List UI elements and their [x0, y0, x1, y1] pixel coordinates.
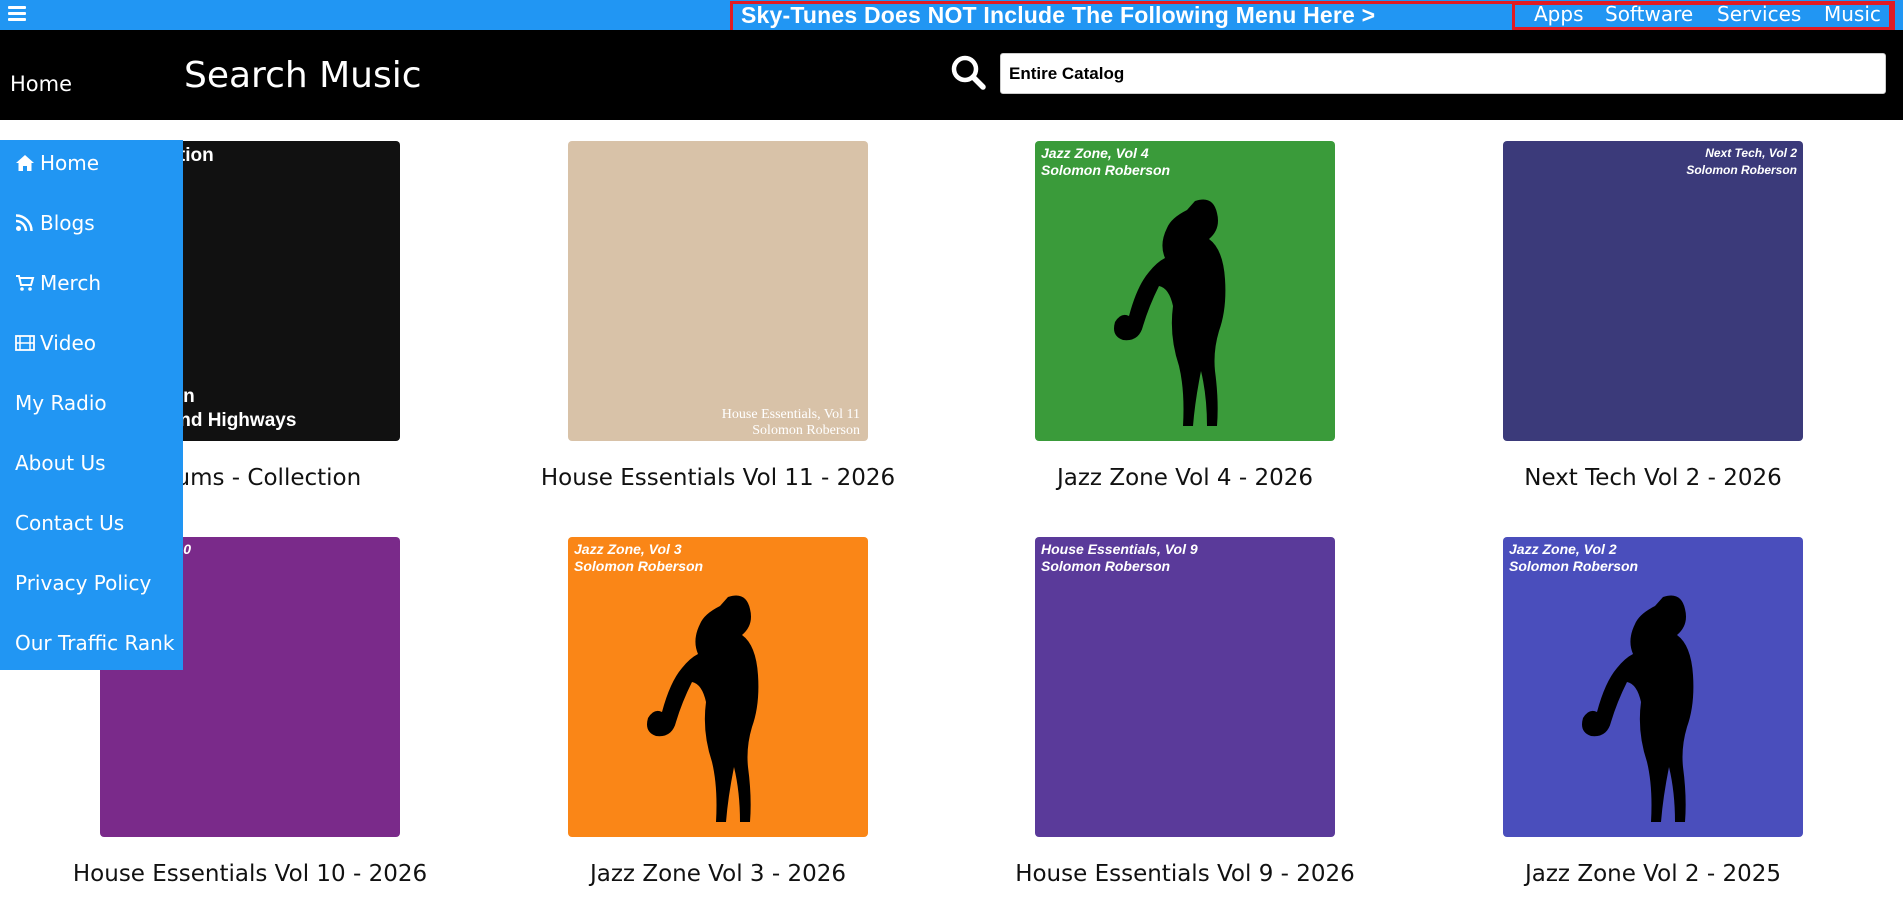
- side-item-about-us[interactable]: About Us: [15, 451, 106, 475]
- side-item-my-radio[interactable]: My Radio: [15, 391, 107, 415]
- album-title[interactable]: House Essentials Vol 11 - 2026: [488, 465, 948, 491]
- header-home-link[interactable]: Home: [10, 72, 72, 96]
- album-cover[interactable]: Jazz Zone, Vol 2 Solomon Roberson: [1503, 537, 1803, 837]
- cover-caption: Jazz Zone, Vol 3 Solomon Roberson: [574, 541, 704, 574]
- search-input[interactable]: [1000, 53, 1886, 94]
- hamburger-menu-icon[interactable]: [8, 6, 26, 24]
- cart-icon: [16, 275, 35, 291]
- saxophone-silhouette-icon: [1114, 199, 1226, 426]
- side-item-home[interactable]: Home: [15, 151, 99, 175]
- side-item-label: Home: [40, 151, 100, 175]
- cover-caption: Jazz Zone, Vol 2 Solomon Roberson: [1509, 541, 1639, 574]
- saxophone-silhouette-icon: [647, 595, 759, 822]
- album-title[interactable]: House Essentials Vol 10 - 2026: [20, 861, 480, 887]
- cover-caption: Next Tech, Vol 2 Solomon Roberson: [1686, 146, 1797, 177]
- album-cover[interactable]: Next Tech, Vol 2 Solomon Roberson: [1503, 141, 1803, 441]
- page-title: Search Music: [184, 55, 422, 96]
- cover-caption: House Essentials, Vol 11 Solomon Roberson: [721, 407, 860, 438]
- side-item-label: Privacy Policy: [15, 571, 152, 595]
- side-item-merch[interactable]: Merch: [15, 271, 101, 295]
- notice-text: Sky-Tunes Does NOT Include The Following…: [741, 2, 1376, 28]
- side-item-contact-us[interactable]: Contact Us: [15, 511, 124, 535]
- album-title[interactable]: Jazz Zone Vol 3 - 2026: [488, 861, 948, 887]
- album-title[interactable]: House Essentials Vol 9 - 2026: [955, 861, 1415, 887]
- side-item-label: Video: [40, 331, 97, 355]
- side-item-label: My Radio: [15, 391, 107, 415]
- menu-software-link[interactable]: Software: [1605, 2, 1693, 26]
- side-item-label: Our Traffic Rank: [15, 631, 175, 655]
- menu-music-link[interactable]: Music: [1824, 2, 1881, 26]
- rss-icon: [15, 214, 33, 232]
- side-item-label: Blogs: [40, 211, 95, 235]
- saxophone-silhouette-icon: [1582, 595, 1694, 822]
- album-title[interactable]: Jazz Zone Vol 2 - 2025: [1423, 861, 1883, 887]
- side-menu: Home Blogs Merch Video My Radio About Us…: [0, 140, 183, 670]
- cover-caption: House Essentials, Vol 9 Solomon Roberson: [1041, 541, 1198, 574]
- side-item-blogs[interactable]: Blogs: [15, 211, 95, 235]
- album-cover[interactable]: House Essentials, Vol 9 Solomon Roberson: [1035, 537, 1335, 837]
- home-icon: [16, 155, 34, 171]
- side-item-traffic-rank[interactable]: Our Traffic Rank: [15, 631, 174, 655]
- side-item-label: Contact Us: [15, 511, 125, 535]
- side-item-label: About Us: [15, 451, 106, 475]
- side-item-label: Merch: [40, 271, 102, 295]
- film-icon: [15, 335, 35, 351]
- album-title[interactable]: Jazz Zone Vol 4 - 2026: [955, 465, 1415, 491]
- album-title[interactable]: Next Tech Vol 2 - 2026: [1423, 465, 1883, 491]
- side-item-video[interactable]: Video: [15, 331, 96, 355]
- search-icon[interactable]: [950, 54, 986, 90]
- side-item-privacy-policy[interactable]: Privacy Policy: [15, 571, 151, 595]
- album-cover[interactable]: Jazz Zone, Vol 4 Solomon Roberson: [1035, 141, 1335, 441]
- menu-services-link[interactable]: Services: [1717, 2, 1801, 26]
- menu-apps-link[interactable]: Apps: [1534, 2, 1584, 26]
- cover-caption: Jazz Zone, Vol 4 Solomon Roberson: [1041, 145, 1171, 178]
- album-cover[interactable]: Jazz Zone, Vol 3 Solomon Roberson: [568, 537, 868, 837]
- album-cover[interactable]: House Essentials, Vol 11 Solomon Roberson: [568, 141, 868, 441]
